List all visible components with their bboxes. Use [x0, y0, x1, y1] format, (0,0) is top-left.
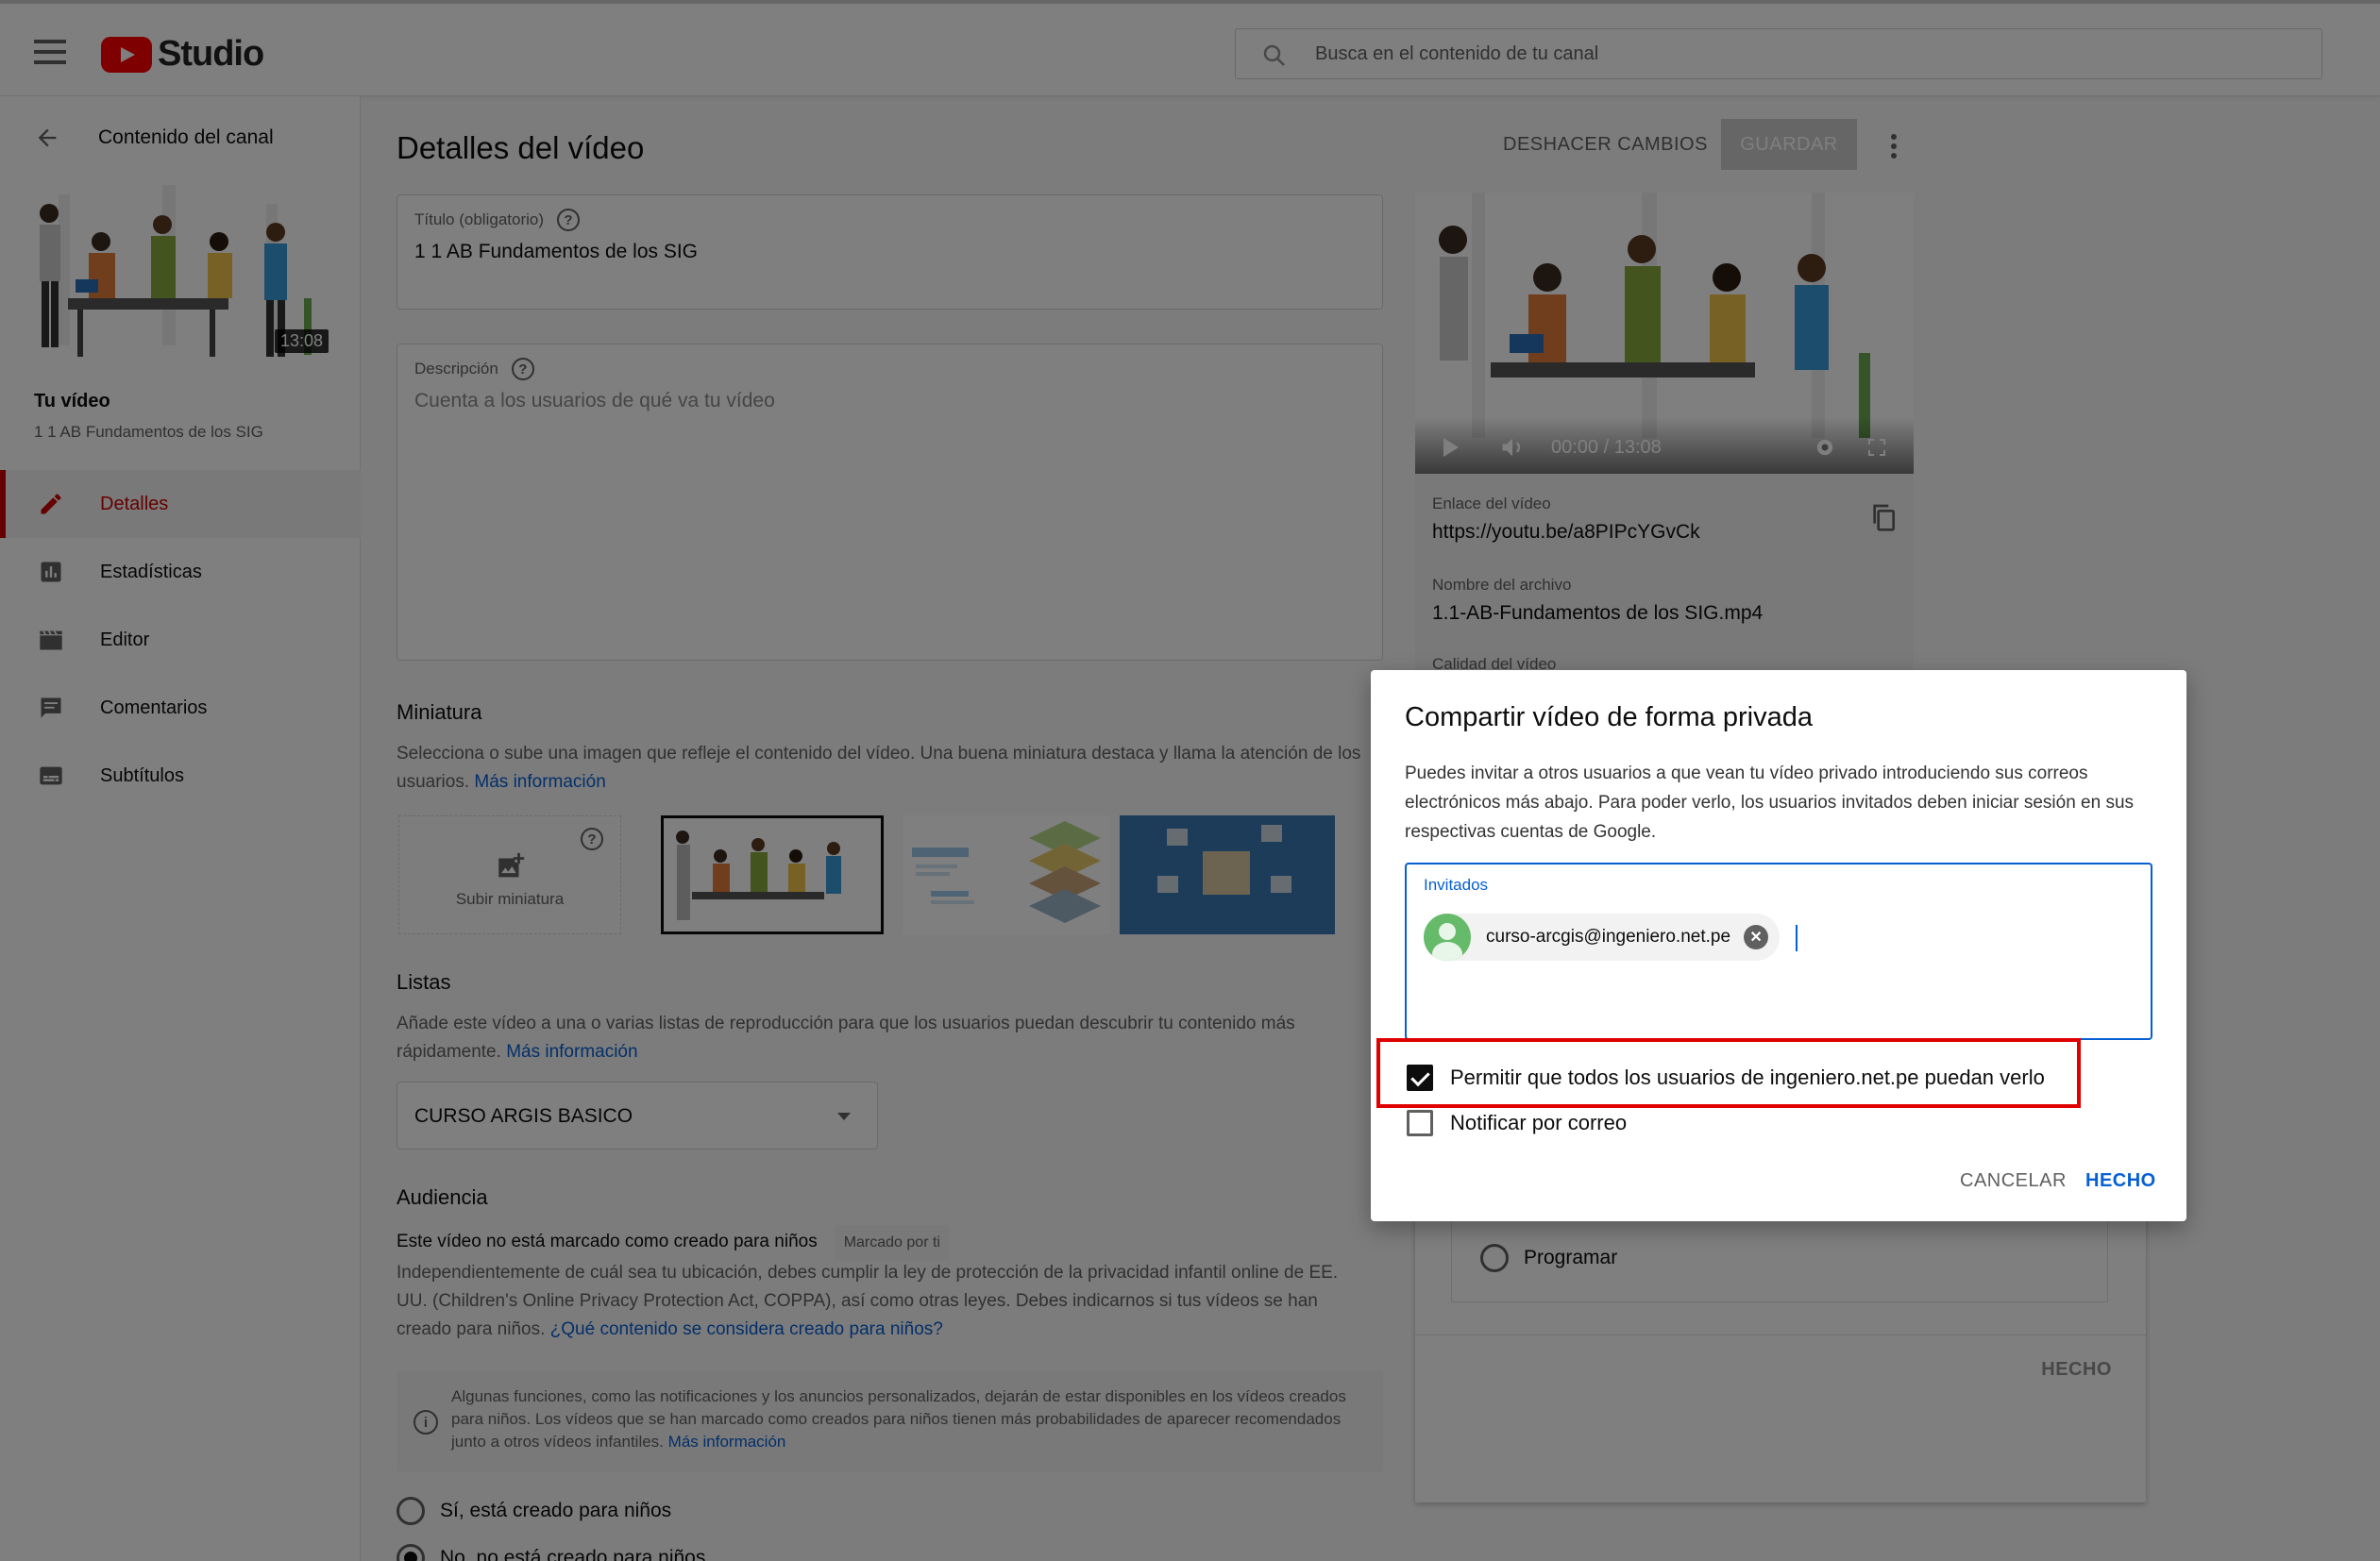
dialog-description: Puedes invitar a otros usuarios a que ve… — [1405, 764, 2135, 842]
remove-guest-icon[interactable]: ✕ — [1744, 925, 1769, 949]
guest-email: curso-arcgis@ingeniero.net.pe — [1486, 927, 1731, 947]
allow-domain-label: Permitir que todos los usuarios de ingen… — [1450, 1066, 2045, 1089]
dialog-title: Compartir vídeo de forma privada — [1405, 702, 1813, 732]
text-cursor — [1796, 925, 1798, 951]
notify-email-checkbox-row[interactable]: Notificar por correo — [1407, 1110, 1627, 1136]
guests-label: Invitados — [1424, 876, 1489, 894]
notify-email-checkbox[interactable] — [1407, 1110, 1433, 1136]
notify-label: Notificar por correo — [1450, 1111, 1628, 1134]
share-privately-dialog: Compartir vídeo de forma privada Puedes … — [1371, 670, 2186, 1221]
allow-domain-checkbox[interactable] — [1407, 1065, 1433, 1091]
avatar — [1424, 914, 1471, 961]
cancel-button[interactable]: CANCELAR — [1960, 1170, 2067, 1192]
done-button[interactable]: HECHO — [2085, 1170, 2156, 1192]
guests-input[interactable]: Invitados curso-arcgis@ingeniero.net.pe … — [1405, 863, 2152, 1040]
allow-domain-checkbox-row[interactable]: Permitir que todos los usuarios de ingen… — [1407, 1065, 2045, 1091]
guest-chip: curso-arcgis@ingeniero.net.pe ✕ — [1424, 914, 1781, 961]
